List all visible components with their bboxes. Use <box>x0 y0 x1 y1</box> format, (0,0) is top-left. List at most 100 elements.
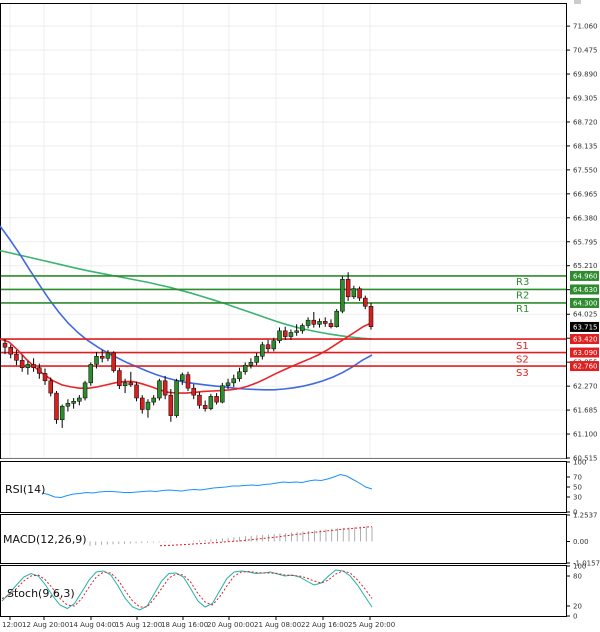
rsi-tick-label: 50 <box>573 484 582 492</box>
macd-indicator: 1.25370.00-1.0157 <box>89 512 600 568</box>
candle-body <box>117 370 122 386</box>
rsi-indicator: 1007050300 <box>41 459 586 517</box>
candle-body <box>214 396 219 403</box>
macd-tick-label: 1.2537 <box>573 512 598 520</box>
price-chart[interactable]: 71.060 70.475 69.890 69.305 68.720 68.135 67.5… <box>0 0 600 632</box>
candle-body <box>134 384 139 399</box>
candle-body <box>111 352 116 371</box>
candle-body <box>82 382 88 399</box>
y-tick-label: 64.025 <box>573 311 598 319</box>
candle-body <box>191 387 196 396</box>
level-label-s3: S3 <box>516 368 529 379</box>
candle-body <box>8 346 13 355</box>
candle-body <box>368 306 374 327</box>
y-tick-label: 68.720 <box>573 118 598 126</box>
candle-body <box>357 288 362 299</box>
x-tick-label: 20 Aug 00:00 <box>207 621 254 629</box>
stoch-tick-label: 0 <box>573 613 577 621</box>
moving-averages <box>0 225 373 394</box>
candle-body <box>323 321 328 324</box>
level-tag-text: 63.420 <box>573 336 598 344</box>
candle-body <box>71 401 76 404</box>
ma-blue-line <box>0 225 373 391</box>
candle-body <box>185 374 191 389</box>
level-label-s1: S1 <box>516 341 529 352</box>
rsi-tick-label: 70 <box>573 474 582 482</box>
level-label-r2: R2 <box>516 290 529 301</box>
stoch-tick-label: 80 <box>573 573 582 581</box>
stoch-tick-label: 100 <box>573 563 586 571</box>
y-tick-label: 61.685 <box>573 407 598 415</box>
x-tick-label: 12 Aug 20:00 <box>22 621 69 629</box>
x-tick-label: 14 Aug 04:00 <box>69 621 116 629</box>
candle-body <box>288 332 294 337</box>
rsi-label: RSI(14) <box>5 483 45 496</box>
candle-body <box>237 371 242 379</box>
candle-body <box>351 288 357 298</box>
candle-body <box>282 330 288 337</box>
y-tick-label: 66.380 <box>573 214 598 222</box>
y-tick-label: 69.305 <box>573 94 598 102</box>
candle-body <box>305 319 311 326</box>
candle-body <box>145 401 151 410</box>
candle-body <box>168 394 174 416</box>
candle-body <box>334 310 339 327</box>
candle-body <box>363 297 368 307</box>
level-tag-text: 64.300 <box>573 299 598 307</box>
candle-body <box>140 397 145 410</box>
y-tick-label: 70.475 <box>573 47 598 55</box>
candle-body <box>157 380 162 399</box>
y-tick-label: 65.210 <box>573 262 598 270</box>
stochastic-indicator: 100 80 20 0 <box>1 563 586 621</box>
rsi-tick-label: 30 <box>573 494 582 502</box>
level-label-r3: R3 <box>516 277 529 288</box>
time-axis: 12:00 12 Aug 20:00 14 Aug 04:0015 Aug 12:0… <box>2 616 395 629</box>
level-tag-text: 63.090 <box>573 349 598 357</box>
candle-body <box>128 382 134 386</box>
y-tick-label: 67.550 <box>573 166 598 174</box>
candle-body <box>14 353 19 361</box>
level-label-s2: S2 <box>516 355 529 366</box>
x-tick-label: 12:00 <box>2 621 22 629</box>
ma-green-line <box>0 249 373 340</box>
pivot-levels: R3 R2 R1 S1 S2 S3 <box>1 275 566 379</box>
candle-body <box>260 344 265 357</box>
rsi-panel-frame <box>0 461 567 513</box>
candle-body <box>174 380 179 416</box>
macd-tick-label: 0.00 <box>573 538 589 546</box>
candle-body <box>254 355 259 363</box>
candle-body <box>317 321 322 325</box>
stoch-label: Stoch(9,6,3) <box>7 587 75 600</box>
candle-body <box>248 362 254 366</box>
stoch-tick-label: 20 <box>573 603 582 611</box>
y-tick-label: 65.795 <box>573 238 598 246</box>
candle-body <box>328 323 334 327</box>
y-tick-label: 71.060 <box>573 23 598 31</box>
candle-body <box>59 405 65 420</box>
macd-label: MACD(12,26,9) <box>3 533 87 546</box>
candle-body <box>162 380 168 396</box>
candle-body <box>99 355 105 359</box>
candle-body <box>277 330 282 341</box>
candle-body <box>88 364 94 384</box>
candle-body <box>231 378 236 384</box>
candle-body <box>54 392 59 420</box>
candle-body <box>242 364 248 373</box>
candle-body <box>31 364 36 368</box>
candle-body <box>271 340 277 350</box>
candle-body <box>180 374 185 382</box>
candle-body <box>77 397 82 402</box>
y-tick-label: 61.100 <box>573 431 598 439</box>
candle-body <box>311 319 317 325</box>
candle-body <box>151 397 156 403</box>
rsi-line <box>41 473 373 499</box>
candle-body <box>122 382 128 386</box>
scroll-corner-marker[interactable] <box>574 0 581 4</box>
level-label-r1: R1 <box>516 304 529 315</box>
level-tag-text: 64.630 <box>573 286 598 294</box>
current-price-text: 63.715 <box>573 323 598 331</box>
rsi-tick-label: 100 <box>573 459 586 467</box>
candle-body <box>208 396 214 409</box>
candle-body <box>300 325 305 332</box>
candle-body <box>340 278 345 312</box>
